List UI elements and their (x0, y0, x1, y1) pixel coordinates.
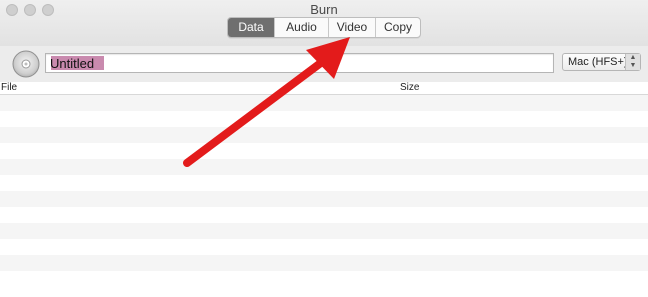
list-row (0, 95, 648, 111)
tab-data[interactable]: Data (228, 18, 274, 37)
mode-tabs: Data Audio Video Copy (227, 17, 421, 38)
list-row (0, 271, 648, 287)
disc-name-field[interactable] (45, 53, 554, 73)
titlebar: Burn Data Audio Video Copy (0, 0, 648, 47)
column-header-size[interactable]: Size (400, 82, 419, 93)
list-row (0, 207, 648, 223)
toolbar: Mac (HFS+) ▲▼ (0, 46, 648, 83)
burn-window: Burn Data Audio Video Copy Untitled Mac … (0, 0, 648, 297)
tab-copy[interactable]: Copy (375, 18, 420, 37)
list-row (0, 143, 648, 159)
file-list[interactable] (0, 95, 648, 287)
list-row (0, 223, 648, 239)
tab-audio[interactable]: Audio (274, 18, 328, 37)
list-row (0, 255, 648, 271)
select-arrows-icon: ▲ ▼ (625, 54, 640, 70)
tab-video[interactable]: Video (328, 18, 375, 37)
column-header-file[interactable]: File (1, 82, 17, 93)
window-title: Burn (310, 2, 338, 17)
list-row (0, 159, 648, 175)
file-list-header: File Size (0, 82, 648, 95)
list-row (0, 191, 648, 207)
disc-icon (12, 50, 40, 78)
filesystem-select[interactable]: Mac (HFS+) ▲ ▼ (562, 53, 641, 71)
list-row (0, 127, 648, 143)
disc-name-input[interactable] (50, 55, 530, 71)
list-row (0, 239, 648, 255)
list-row (0, 175, 648, 191)
list-row (0, 111, 648, 127)
filesystem-select-value: Mac (HFS+) (568, 56, 628, 68)
